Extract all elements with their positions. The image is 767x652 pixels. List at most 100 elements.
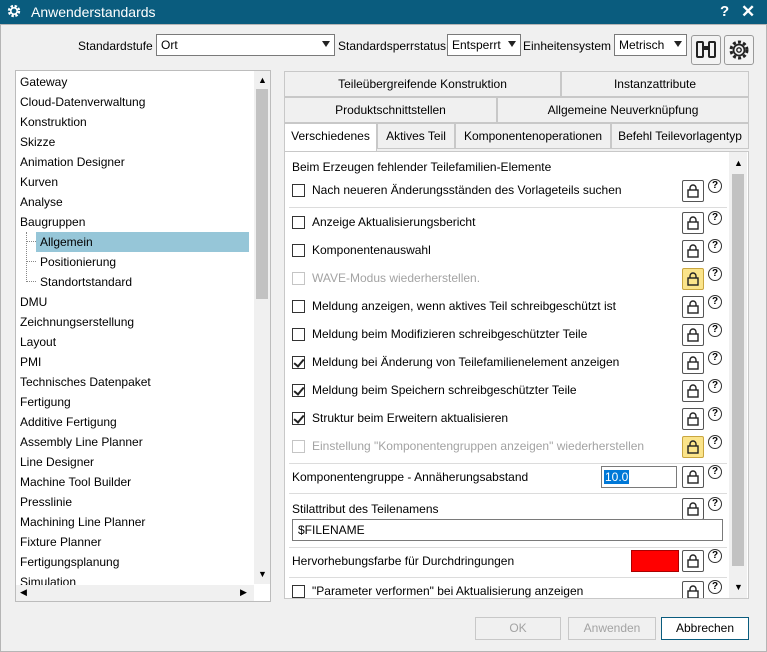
checkbox[interactable]: [292, 585, 305, 598]
help-icon[interactable]: ?: [708, 295, 722, 309]
tree-item-positionierung[interactable]: Positionierung: [40, 252, 116, 272]
color-swatch[interactable]: [631, 550, 679, 572]
tab-verschiedenes[interactable]: Verschiedenes: [284, 123, 377, 151]
help-icon[interactable]: ?: [708, 497, 722, 511]
settings-button[interactable]: [724, 35, 754, 65]
tree-connector: [26, 232, 27, 282]
lock-button[interactable]: [682, 581, 704, 598]
lock-button[interactable]: [682, 408, 704, 430]
tree-item-layout[interactable]: Layout: [20, 332, 56, 352]
tree-item-dmu[interactable]: DMU: [20, 292, 47, 312]
chevron-right-icon[interactable]: ▶: [240, 587, 247, 598]
tab-teileuebergreifende-konstruktion[interactable]: Teileübergreifende Konstruktion: [284, 71, 561, 97]
help-icon[interactable]: ?: [708, 239, 722, 253]
lock-button[interactable]: [682, 324, 704, 346]
chevron-left-icon[interactable]: ◀: [20, 587, 27, 598]
tab-komponentenoperationen[interactable]: Komponentenoperationen: [455, 123, 611, 149]
tree-item-additive-fertigung[interactable]: Additive Fertigung: [20, 412, 117, 432]
tree-item-zeichnungserstellung[interactable]: Zeichnungserstellung: [20, 312, 134, 332]
title-bar: Anwenderstandards ? ✕: [0, 0, 767, 24]
panel-vertical-scrollbar[interactable]: ▲ ▼: [729, 152, 747, 598]
sperrstatus-dropdown[interactable]: Entsperrt: [447, 34, 521, 56]
category-tree[interactable]: Gateway Cloud-Datenverwaltung Konstrukti…: [15, 70, 271, 602]
checkbox[interactable]: [292, 412, 305, 425]
checkbox[interactable]: [292, 244, 305, 257]
lock-button[interactable]: [682, 268, 704, 290]
checkbox[interactable]: [292, 216, 305, 229]
tree-item-machining-line-planner[interactable]: Machining Line Planner: [20, 512, 145, 532]
chevron-up-icon[interactable]: ▲: [734, 158, 743, 168]
help-icon[interactable]: ?: [708, 580, 722, 594]
option-label: WAVE-Modus wiederherstellen.: [312, 271, 481, 285]
help-icon[interactable]: ?: [708, 323, 722, 337]
sperrstatus-label: Standardsperrstatus: [338, 39, 447, 53]
apply-button[interactable]: Anwenden: [568, 617, 656, 640]
approach-distance-input[interactable]: 10.0: [601, 466, 677, 488]
tree-item-allgemein[interactable]: Allgemein: [36, 232, 249, 252]
help-button[interactable]: ?: [720, 3, 729, 20]
help-icon[interactable]: ?: [708, 379, 722, 393]
help-icon[interactable]: ?: [708, 267, 722, 281]
chevron-up-icon[interactable]: ▲: [258, 75, 267, 85]
scrollbar-thumb[interactable]: [256, 89, 268, 299]
tree-item-line-designer[interactable]: Line Designer: [20, 452, 94, 472]
close-button[interactable]: ✕: [741, 2, 755, 22]
tab-befehl-teilevorlagentyp[interactable]: Befehl Teilevorlagentyp: [611, 123, 749, 149]
cancel-button[interactable]: Abbrechen: [661, 617, 749, 640]
lock-button[interactable]: [682, 296, 704, 318]
checkbox[interactable]: [292, 356, 305, 369]
lock-button[interactable]: [682, 466, 704, 488]
chevron-down-icon[interactable]: ▼: [258, 569, 267, 579]
tree-item-assembly-line-planner[interactable]: Assembly Line Planner: [20, 432, 143, 452]
tree-item-animation-designer[interactable]: Animation Designer: [20, 152, 125, 172]
chevron-down-icon[interactable]: ▼: [734, 582, 743, 592]
tab-allgemeine-neuverknuepfung[interactable]: Allgemeine Neuverknüpfung: [497, 97, 749, 123]
lock-button[interactable]: [682, 212, 704, 234]
lock-button[interactable]: [682, 380, 704, 402]
standardstufe-dropdown[interactable]: Ort: [156, 34, 335, 56]
lock-button[interactable]: [682, 180, 704, 202]
tree-item-kurven[interactable]: Kurven: [20, 172, 58, 192]
help-icon[interactable]: ?: [708, 435, 722, 449]
tree-item-fertigung[interactable]: Fertigung: [20, 392, 71, 412]
settings-panel: Beim Erzeugen fehlender Teilefamilien-El…: [284, 151, 749, 599]
tree-vertical-scrollbar[interactable]: ▲ ▼: [254, 71, 270, 584]
tree-item-skizze[interactable]: Skizze: [20, 132, 55, 152]
lock-button[interactable]: [682, 436, 704, 458]
lock-button[interactable]: [682, 240, 704, 262]
help-icon[interactable]: ?: [708, 465, 722, 479]
help-icon[interactable]: ?: [708, 179, 722, 193]
tab-instanzattribute[interactable]: Instanzattribute: [561, 71, 749, 97]
ok-button[interactable]: OK: [475, 617, 561, 640]
tree-horizontal-scrollbar[interactable]: ◀ ▶: [16, 585, 254, 601]
help-icon[interactable]: ?: [708, 211, 722, 225]
tree-item-analyse[interactable]: Analyse: [20, 192, 63, 212]
find-button[interactable]: [691, 35, 721, 65]
tab-produktschnittstellen[interactable]: Produktschnittstellen: [284, 97, 497, 123]
tree-item-presslinie[interactable]: Presslinie: [20, 492, 72, 512]
tree-item-konstruktion[interactable]: Konstruktion: [20, 112, 87, 132]
checkbox[interactable]: [292, 384, 305, 397]
checkbox[interactable]: [292, 328, 305, 341]
tree-item-gateway[interactable]: Gateway: [20, 72, 67, 92]
tree-item-machine-tool-builder[interactable]: Machine Tool Builder: [20, 472, 131, 492]
tree-item-cloud-datenverwaltung[interactable]: Cloud-Datenverwaltung: [20, 92, 145, 112]
tree-item-pmi[interactable]: PMI: [20, 352, 41, 372]
checkbox[interactable]: [292, 300, 305, 313]
tree-item-standortstandard[interactable]: Standortstandard: [40, 272, 132, 292]
lock-button[interactable]: [682, 498, 704, 520]
tree-item-fertigungsplanung[interactable]: Fertigungsplanung: [20, 552, 119, 572]
tree-item-fixture-planner[interactable]: Fixture Planner: [20, 532, 101, 552]
scrollbar-thumb[interactable]: [732, 174, 744, 566]
help-icon[interactable]: ?: [708, 351, 722, 365]
einheiten-dropdown[interactable]: Metrisch: [614, 34, 687, 56]
tab-aktives-teil[interactable]: Aktives Teil: [377, 123, 455, 149]
checkbox[interactable]: [292, 184, 305, 197]
help-icon[interactable]: ?: [708, 549, 722, 563]
lock-button[interactable]: [682, 550, 704, 572]
lock-button[interactable]: [682, 352, 704, 374]
help-icon[interactable]: ?: [708, 407, 722, 421]
tree-item-baugruppen[interactable]: Baugruppen: [20, 212, 85, 232]
style-attribute-input[interactable]: $FILENAME: [292, 519, 723, 541]
tree-item-technisches-datenpaket[interactable]: Technisches Datenpaket: [20, 372, 151, 392]
